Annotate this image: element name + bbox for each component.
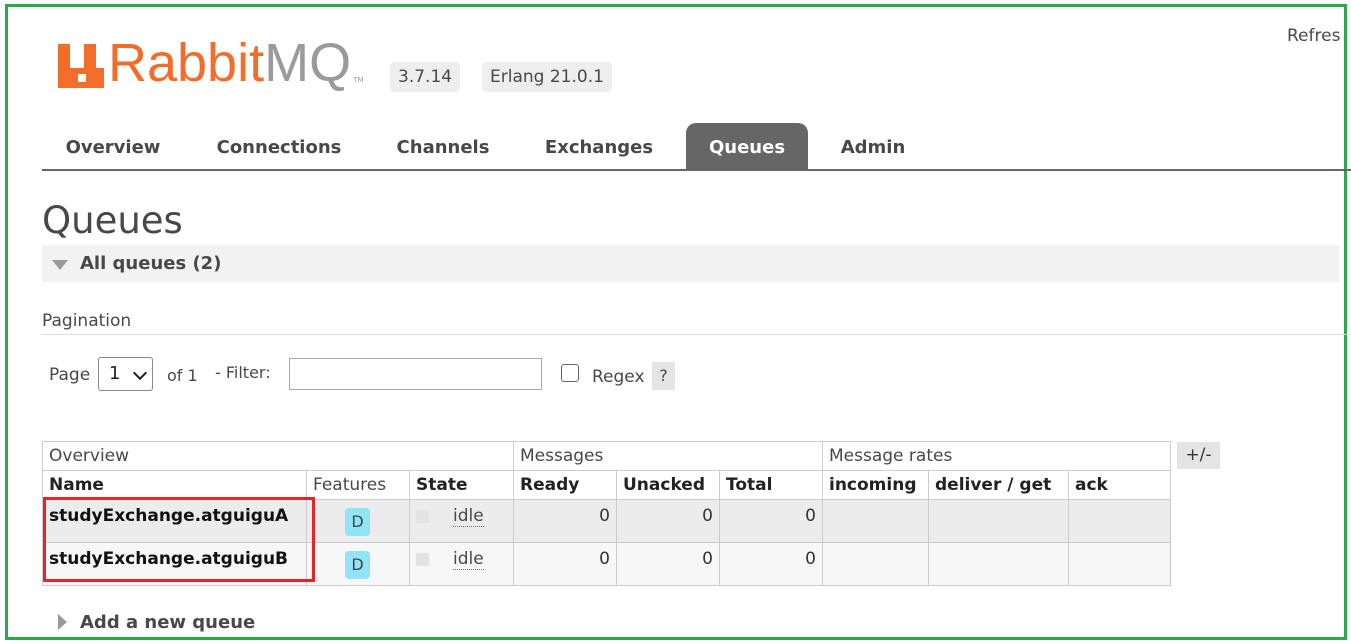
all-queues-section-toggle[interactable]: All queues (2) <box>42 245 1339 282</box>
table-row[interactable]: studyExchange.atguiguA D idle 0 0 0 <box>42 499 1171 543</box>
state-cell: idle <box>409 542 514 586</box>
queue-name-link[interactable]: studyExchange.atguiguB <box>42 542 307 586</box>
queue-name-link[interactable]: studyExchange.atguiguA <box>42 499 307 543</box>
column-header-ack[interactable]: ack <box>1068 470 1171 500</box>
state-indicator-icon <box>416 510 429 523</box>
refresh-control[interactable]: Refres <box>1287 26 1340 46</box>
ack-rate <box>1068 542 1171 586</box>
erlang-version-badge: Erlang 21.0.1 <box>482 62 612 92</box>
durable-badge: D <box>345 551 370 579</box>
state-indicator-icon <box>416 553 429 566</box>
total-count: 0 <box>719 542 823 586</box>
version-badge: 3.7.14 <box>390 62 461 92</box>
expand-triangle-icon[interactable] <box>58 614 67 630</box>
main-nav-tabs: Overview Connections Channels Exchanges … <box>42 123 1351 171</box>
column-header-state[interactable]: State <box>409 470 514 500</box>
column-header-features: Features <box>306 470 410 500</box>
table-row[interactable]: studyExchange.atguiguB D idle 0 0 0 <box>42 542 1171 586</box>
regex-help-button[interactable]: ? <box>652 362 675 390</box>
column-header-unacked[interactable]: Unacked <box>616 470 720 500</box>
tab-admin[interactable]: Admin <box>826 123 920 169</box>
column-header-name[interactable]: Name <box>42 470 307 500</box>
ack-rate <box>1068 499 1171 543</box>
features-cell: D <box>306 499 410 543</box>
state-label: idle <box>453 549 484 570</box>
ready-count: 0 <box>513 499 617 543</box>
column-header-ready[interactable]: Ready <box>513 470 617 500</box>
filter-label: - Filter: <box>215 363 271 382</box>
pagination-heading: Pagination <box>42 311 132 331</box>
ready-count: 0 <box>513 542 617 586</box>
column-header-deliver-get[interactable]: deliver / get <box>928 470 1069 500</box>
regex-checkbox[interactable] <box>561 364 579 382</box>
column-header-incoming[interactable]: incoming <box>822 470 929 500</box>
queues-table: Overview Messages Message rates Name Fea… <box>42 441 1171 586</box>
tab-queues[interactable]: Queues <box>686 123 808 169</box>
incoming-rate <box>822 499 929 543</box>
deliver-get-rate <box>928 499 1069 543</box>
collapse-triangle-icon <box>52 260 68 270</box>
tab-connections[interactable]: Connections <box>202 123 356 169</box>
rabbitmq-logo[interactable]: RabbitMQ TM <box>58 32 364 93</box>
regex-label: Regex <box>592 367 645 387</box>
group-header-messages: Messages <box>513 441 823 471</box>
group-header-overview: Overview <box>42 441 514 471</box>
state-cell: idle <box>409 499 514 543</box>
section-title: All queues (2) <box>80 253 222 274</box>
total-count: 0 <box>719 499 823 543</box>
page-count-label: of 1 <box>167 366 198 385</box>
page-title: Queues <box>42 199 183 242</box>
tab-channels[interactable]: Channels <box>380 123 506 169</box>
pagination-divider <box>42 334 1351 335</box>
logo-trademark: TM <box>353 76 364 84</box>
rabbitmq-logo-icon <box>58 38 104 88</box>
features-cell: D <box>306 542 410 586</box>
durable-badge: D <box>345 508 370 536</box>
state-label: idle <box>453 506 484 527</box>
page-select[interactable]: 1 <box>98 357 153 391</box>
column-header-total[interactable]: Total <box>719 470 823 500</box>
deliver-get-rate <box>928 542 1069 586</box>
tab-exchanges[interactable]: Exchanges <box>530 123 668 169</box>
group-header-message-rates: Message rates <box>822 441 1171 471</box>
page-select-value: 1 <box>109 363 121 384</box>
logo-wordmark: RabbitMQ <box>108 33 352 93</box>
unacked-count: 0 <box>616 499 720 543</box>
add-queue-section-toggle[interactable]: Add a new queue <box>80 612 255 633</box>
tab-overview[interactable]: Overview <box>42 123 184 169</box>
toggle-columns-button[interactable]: +/- <box>1177 442 1220 469</box>
unacked-count: 0 <box>616 542 720 586</box>
page-label: Page <box>49 365 91 385</box>
incoming-rate <box>822 542 929 586</box>
filter-input[interactable] <box>289 358 542 390</box>
chevron-down-icon <box>132 365 148 381</box>
